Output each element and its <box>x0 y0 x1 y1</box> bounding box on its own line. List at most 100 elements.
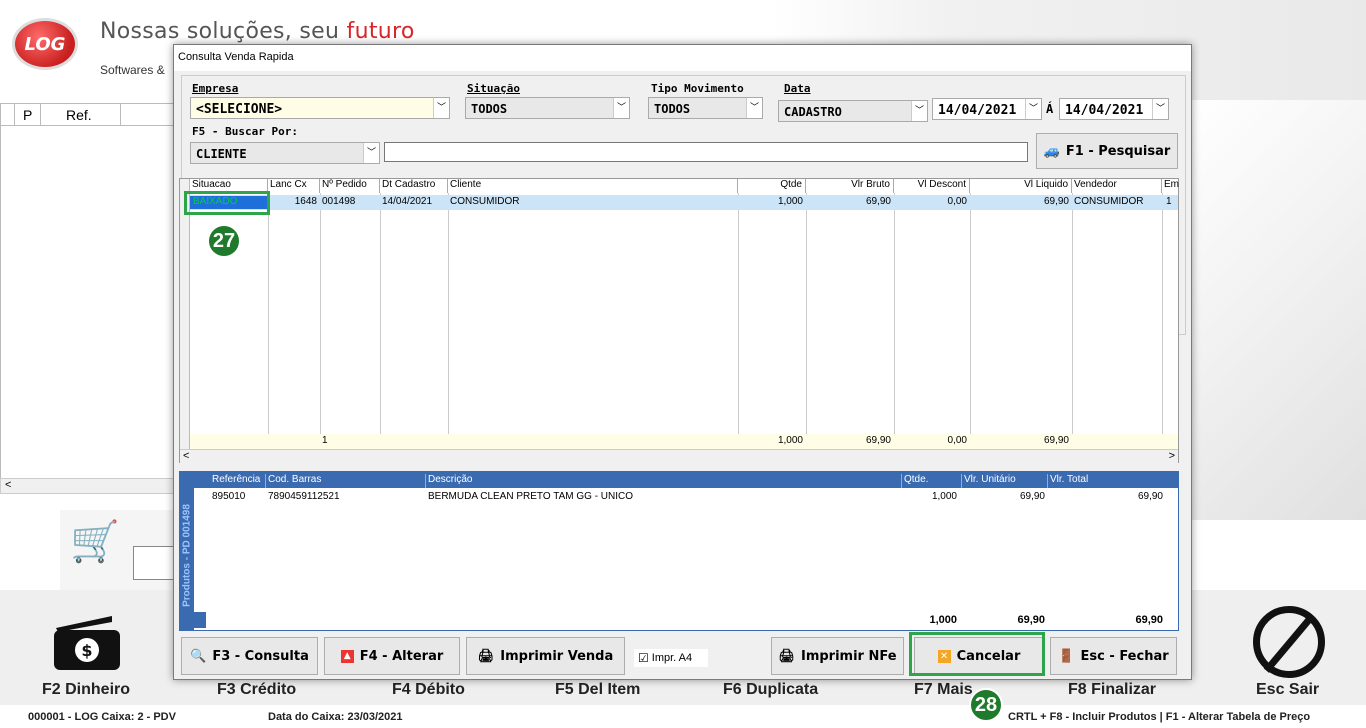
tipo-select[interactable]: TODOS ﹀ <box>648 97 763 119</box>
imprimir-nfe-label: Imprimir NFe <box>800 648 897 664</box>
items-side-label: Produtos - PD 001498 <box>181 504 193 607</box>
log-logo: LOG <box>12 18 78 70</box>
items-total-qtde: 1,000 <box>929 614 957 626</box>
imprimir-venda-button[interactable]: 🖨 Imprimir Venda <box>466 637 625 675</box>
col-vlr-bruto[interactable]: Vlr Bruto <box>806 179 894 193</box>
col-referencia[interactable]: Referência <box>210 474 266 488</box>
fkey-finalizar[interactable]: F8 Finalizar <box>1068 681 1156 699</box>
fkey-mais[interactable]: F7 Mais <box>914 681 973 699</box>
items-side-bar: Produtos - PD 001498 <box>180 472 194 630</box>
grid-hscrollbar[interactable]: < > <box>180 449 1178 463</box>
pesquisar-label: F1 - Pesquisar <box>1065 143 1171 159</box>
items-totals-row: 1,000 69,90 69,90 <box>208 614 1168 628</box>
quantity-input[interactable] <box>133 546 178 580</box>
col-ref[interactable]: Ref. <box>41 104 121 125</box>
col-dt-cadastro[interactable]: Dt Cadastro <box>380 179 448 193</box>
col-vl-descont[interactable]: Vl Descont <box>894 179 970 193</box>
product-grid-header: P Ref. <box>1 104 177 126</box>
empresa-value: <SELECIONE> <box>196 102 283 117</box>
grid-divider <box>806 193 807 449</box>
printer-icon: 🖨 <box>477 648 495 664</box>
col-cod-barras[interactable]: Cod. Barras <box>266 474 426 488</box>
status-caixa: 000001 - LOG Caixa: 2 - PDV <box>28 711 176 723</box>
tipo-label: Tipo Movimento <box>651 82 744 95</box>
empresa-label: Empresa <box>192 82 239 95</box>
fechar-button[interactable]: 🚪 Esc - Fechar <box>1050 637 1177 675</box>
alterar-label: F4 - Alterar <box>359 648 444 664</box>
decorative-panel <box>1192 100 1366 520</box>
grid-totals-row: 1 1,000 69,90 0,00 69,90 <box>190 434 1178 449</box>
item-qtde: 1,000 <box>931 491 957 502</box>
col-p[interactable]: P <box>15 104 41 125</box>
col-descricao[interactable]: Descrição <box>426 474 902 488</box>
situacao-label: Situação <box>467 82 520 95</box>
consulta-dialog: Consulta Venda Rapida Empresa <SELECIONE… <box>173 44 1192 680</box>
logo-text: LOG <box>24 33 66 55</box>
col-vlr-unitario[interactable]: Vlr. Unitário <box>962 474 1048 488</box>
exit-door-icon: 🚪 <box>1058 648 1075 664</box>
empresa-select[interactable]: <SELECIONE> ﹀ <box>190 97 450 119</box>
consulta-label: F3 - Consulta <box>212 648 309 664</box>
item-total: 69,90 <box>1137 491 1163 502</box>
col-em[interactable]: Em <box>1162 179 1179 193</box>
grid-divider <box>268 193 269 449</box>
items-grid[interactable]: Produtos - PD 001498 Referência Cod. Bar… <box>179 471 1179 631</box>
consulta-button[interactable]: 🔍 F3 - Consulta <box>181 637 318 675</box>
fkey-sair[interactable]: Esc Sair <box>1256 681 1319 699</box>
fkey-duplicata[interactable]: F6 Duplicata <box>723 681 818 699</box>
step-badge-28: 28 <box>969 688 1003 722</box>
chevron-down-icon: ﹀ <box>433 98 449 118</box>
col-vl-liquido[interactable]: Vl Liquido <box>970 179 1072 193</box>
sales-grid[interactable]: Situacao Lanc Cx Nº Pedido Dt Cadastro C… <box>179 178 1179 463</box>
slogan-highlight: futuro <box>346 19 415 44</box>
date-separator: Á <box>1046 102 1054 116</box>
calendar-dropdown-icon[interactable]: ﹀ <box>1152 99 1168 119</box>
col-qtde[interactable]: Qtde <box>738 179 806 193</box>
fechar-label: Esc - Fechar <box>1080 648 1169 664</box>
item-ref: 895010 <box>212 491 246 502</box>
alterar-button[interactable]: ▲ F4 - Alterar <box>324 637 460 675</box>
imprimir-venda-label: Imprimir Venda <box>500 648 614 664</box>
fkey-dinheiro[interactable]: F2 Dinheiro <box>42 681 130 699</box>
money-icon[interactable]: $ <box>52 610 122 670</box>
table-row[interactable]: 895010 7890459112521 BERMUDA CLEAN PRETO… <box>208 490 1168 505</box>
col-qtde-item[interactable]: Qtde. <box>902 474 962 488</box>
horizontal-scrollbar[interactable]: < <box>0 478 178 494</box>
impr-a4-checkbox[interactable]: ☑ Impr. A4 <box>634 649 708 667</box>
grid-divider <box>320 193 321 449</box>
buscar-select[interactable]: CLIENTE ﹀ <box>190 142 380 164</box>
col-vendedor[interactable]: Vendedor <box>1072 179 1162 193</box>
chevron-down-icon: ﹀ <box>746 98 762 118</box>
data-select[interactable]: CADASTRO ﹀ <box>778 100 928 122</box>
grid-divider <box>1162 193 1163 449</box>
col-vlr-total[interactable]: Vlr. Total <box>1048 474 1168 488</box>
cell-bruto: 69,90 <box>865 196 891 207</box>
calendar-dropdown-icon[interactable]: ﹀ <box>1025 99 1041 119</box>
cell-vendedor: CONSUMIDOR <box>1074 196 1144 207</box>
impr-a4-label: Impr. A4 <box>651 652 693 664</box>
pesquisar-button[interactable]: 🚙 F1 - Pesquisar <box>1036 133 1178 169</box>
col-lanc-cx[interactable]: Lanc Cx <box>268 179 320 193</box>
cell-dt: 14/04/2021 <box>382 196 433 207</box>
date-to-input[interactable]: 14/04/2021 ﹀ <box>1059 98 1169 120</box>
col-cliente[interactable]: Cliente <box>448 179 738 193</box>
exit-icon[interactable] <box>1253 606 1325 678</box>
fkey-debito[interactable]: F4 Débito <box>392 681 465 699</box>
situacao-value: TODOS <box>471 102 508 116</box>
col-pedido[interactable]: Nº Pedido <box>320 179 380 193</box>
situacao-select[interactable]: TODOS ﹀ <box>465 97 630 119</box>
cell-cliente: CONSUMIDOR <box>450 196 520 207</box>
product-grid[interactable]: P Ref. <box>0 103 178 493</box>
cell-em: 1 <box>1166 196 1172 207</box>
fkey-del-item[interactable]: F5 Del Item <box>555 681 640 699</box>
grid-divider <box>380 193 381 449</box>
date-from-input[interactable]: 14/04/2021 ﹀ <box>932 98 1042 120</box>
fkey-credito[interactable]: F3 Crédito <box>217 681 296 699</box>
row-indicator-column <box>180 179 190 449</box>
items-total-unit: 69,90 <box>1017 614 1045 626</box>
table-row[interactable]: BAIXADO 1648 001498 14/04/2021 CONSUMIDO… <box>190 195 1178 210</box>
search-input[interactable] <box>384 142 1028 162</box>
imprimir-nfe-button[interactable]: 🖨 Imprimir NFe <box>771 637 904 675</box>
zoom-icon: 🔍 <box>190 648 207 664</box>
status-shortcuts: CRTL + F8 - Incluir Produtos | F1 - Alte… <box>1008 711 1311 723</box>
